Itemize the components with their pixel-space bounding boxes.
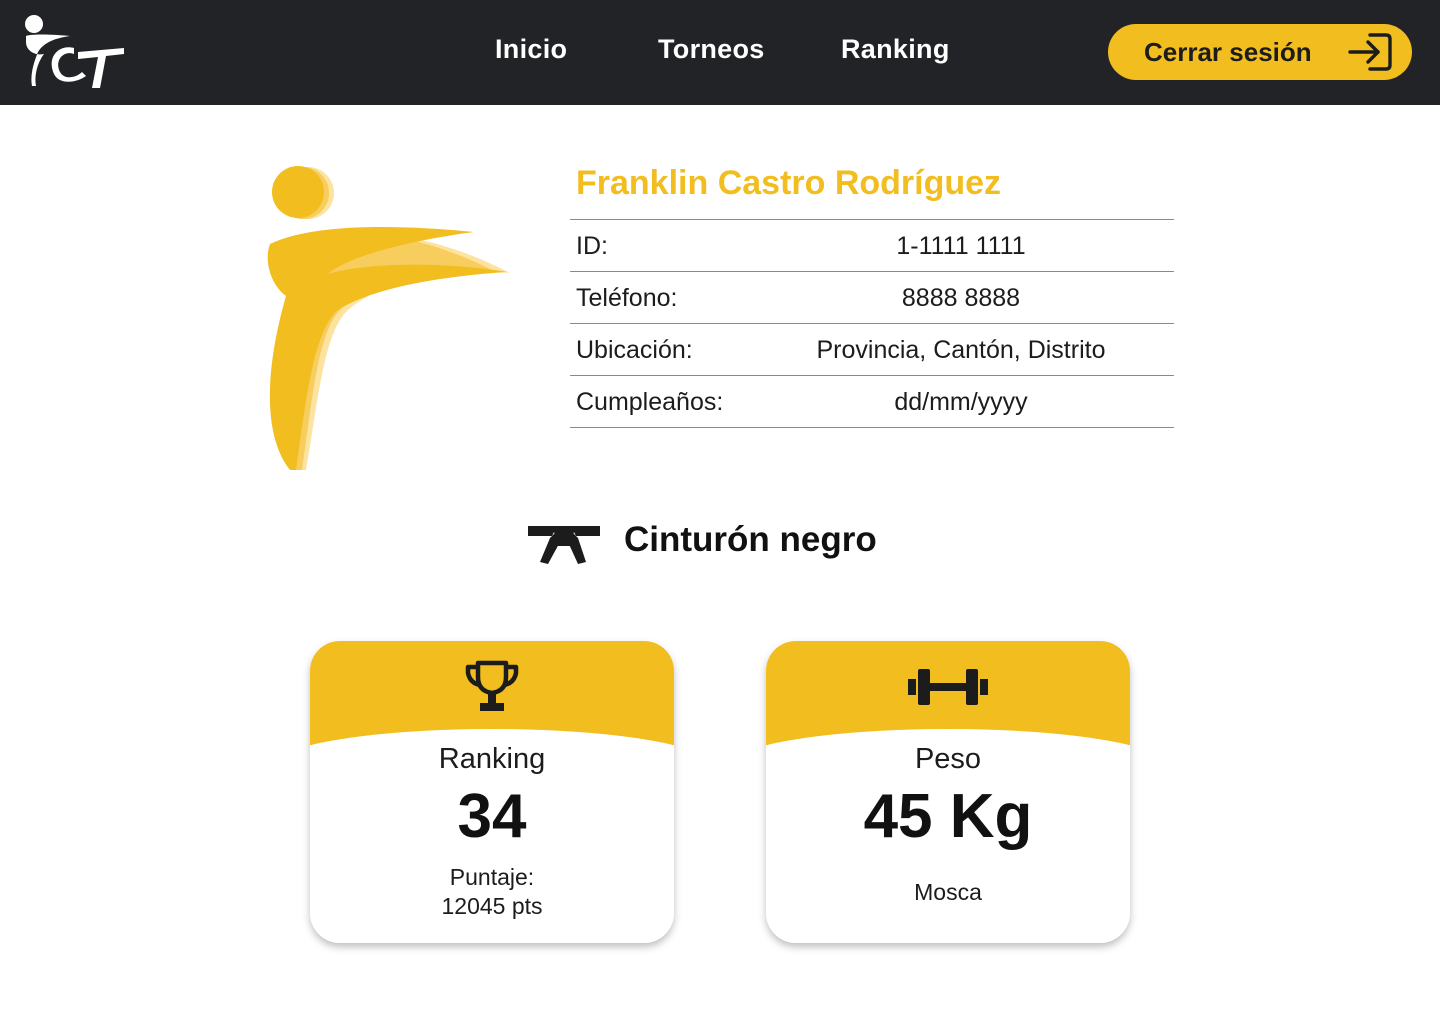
- nav-link-torneos[interactable]: Torneos: [658, 34, 765, 65]
- belt-rank-label: Cinturón negro: [624, 520, 877, 559]
- info-row-ubicacion: Ubicación: Provincia, Cantón, Distrito: [570, 324, 1174, 376]
- info-label: Ubicación:: [576, 336, 693, 364]
- ranking-value: 34: [457, 782, 527, 851]
- profile-avatar-kick-icon: [267, 166, 510, 470]
- trophy-icon: [465, 660, 519, 711]
- weight-card: Peso 45 Kg Mosca: [766, 641, 1130, 943]
- info-label: Teléfono:: [576, 284, 678, 312]
- top-navigation-bar: Inicio Torneos Ranking Cerrar sesión: [0, 0, 1440, 105]
- card-title: Peso: [914, 743, 982, 775]
- info-value: dd/mm/yyyy: [894, 388, 1028, 416]
- info-label: Cumpleaños:: [576, 388, 724, 416]
- weight-value: 45 Kg: [863, 782, 1033, 851]
- dumbbell-icon: [908, 669, 988, 705]
- weight-category: Mosca: [914, 879, 982, 905]
- nav-link-inicio[interactable]: Inicio: [495, 34, 567, 65]
- profile-name: Franklin Castro Rodríguez: [576, 164, 1002, 202]
- info-value: Provincia, Cantón, Distrito: [816, 336, 1106, 364]
- info-row-telefono: Teléfono: 8888 8888: [570, 272, 1174, 324]
- logout-icon: [1348, 33, 1392, 71]
- logo-icon: [25, 15, 124, 88]
- belt-icon: [528, 526, 600, 564]
- score-value: 12045 pts: [441, 893, 543, 919]
- ranking-card: Ranking 34 Puntaje: 12045 pts: [310, 641, 674, 943]
- app-logo[interactable]: [20, 12, 130, 92]
- info-label: ID:: [576, 232, 608, 260]
- card-title: Ranking: [438, 743, 546, 775]
- nav-link-ranking[interactable]: Ranking: [841, 34, 950, 65]
- info-row-cumpleanos: Cumpleaños: dd/mm/yyyy: [570, 376, 1174, 428]
- logout-button[interactable]: Cerrar sesión: [1108, 24, 1412, 80]
- score-label: Puntaje:: [449, 864, 535, 890]
- profile-info-table: ID: 1-1111 1111 Teléfono: 8888 8888 Ubic…: [570, 219, 1174, 428]
- info-value: 8888 8888: [901, 284, 1021, 312]
- info-value: 1-1111 1111: [896, 232, 1026, 260]
- logout-button-label: Cerrar sesión: [1144, 36, 1312, 67]
- info-row-id: ID: 1-1111 1111: [570, 220, 1174, 272]
